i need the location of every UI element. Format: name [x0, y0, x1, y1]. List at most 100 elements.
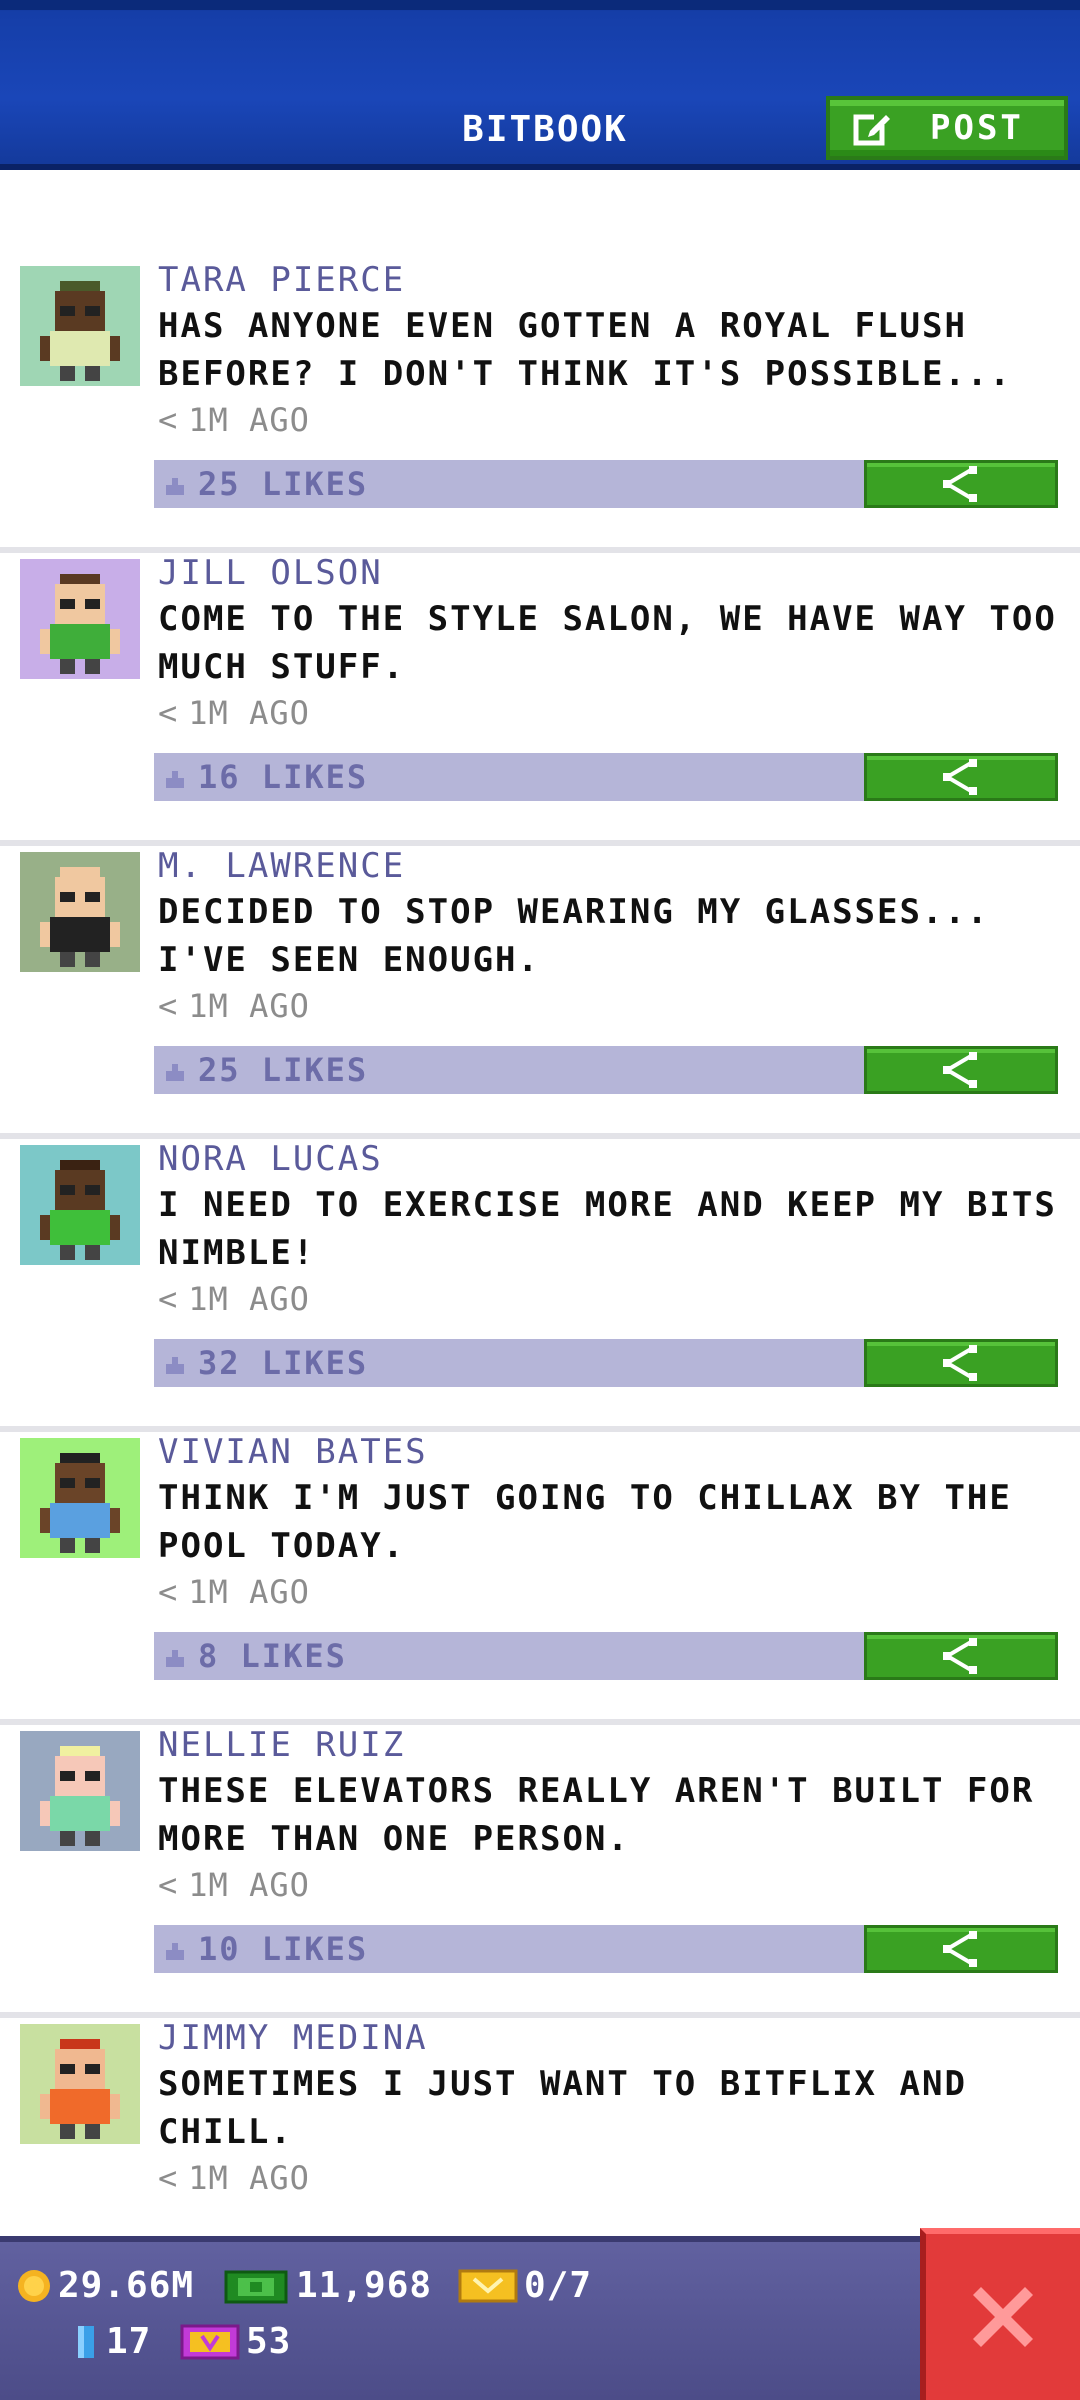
post-timestamp: <1M AGO — [158, 693, 310, 733]
share-button[interactable] — [864, 753, 1058, 801]
likes-count: 25 LIKES — [198, 465, 369, 503]
post-time-value: 1M AGO — [188, 987, 310, 1025]
avatar[interactable] — [20, 1731, 140, 1851]
feed-post: JILL OLSON COME TO THE STYLE SALON, WE HA… — [0, 553, 1080, 846]
coins-stat: 29.66M — [16, 2264, 194, 2308]
post-message: DECIDED TO STOP WEARING MY GLASSES... I'… — [158, 892, 990, 980]
gems-value: 17 — [106, 2321, 152, 2362]
share-icon — [943, 759, 977, 795]
reply-arrow-icon: < — [158, 401, 179, 439]
post-time-value: 1M AGO — [188, 1573, 310, 1611]
close-icon — [973, 2287, 1033, 2347]
bux-icon — [224, 2270, 288, 2304]
share-button[interactable] — [864, 460, 1058, 508]
post-timestamp: <1M AGO — [158, 400, 310, 440]
post-author: M. LAWRENCE — [158, 846, 406, 886]
share-icon — [943, 1638, 977, 1674]
post-author: JIMMY MEDINA — [158, 2018, 428, 2058]
vip-stat: 53 — [180, 2320, 291, 2364]
header-top-strip — [0, 0, 1080, 10]
status-bar: 29.66M 11,968 0/7 17 53 — [0, 2236, 1080, 2400]
likes-bar[interactable]: 25 LIKES — [154, 460, 864, 508]
share-button[interactable] — [864, 1632, 1058, 1680]
post-timestamp: <1M AGO — [158, 1572, 310, 1612]
feed-post: M. LAWRENCE DECIDED TO STOP WEARING MY GL… — [0, 846, 1080, 1139]
likes-bar[interactable]: 25 LIKES — [154, 1046, 864, 1094]
post-time-value: 1M AGO — [188, 2159, 310, 2197]
likes-bar[interactable]: 16 LIKES — [154, 753, 864, 801]
likes-bar[interactable]: 32 LIKES — [154, 1339, 864, 1387]
post-message: HAS ANYONE EVEN GOTTEN A ROYAL FLUSH BEF… — [158, 306, 1012, 394]
coins-value: 29.66M — [58, 2265, 195, 2306]
share-button[interactable] — [864, 1925, 1058, 1973]
avatar[interactable] — [20, 559, 140, 679]
edit-icon — [853, 111, 894, 146]
thumb-icon — [166, 1357, 184, 1374]
post-timestamp: <1M AGO — [158, 1865, 310, 1905]
share-icon — [943, 1931, 977, 1967]
post-button[interactable]: POST — [826, 96, 1068, 160]
close-button[interactable] — [920, 2228, 1080, 2400]
post-author: TARA PIERCE — [158, 260, 406, 300]
feed-post: NELLIE RUIZ THESE ELEVATORS REALLY AREN'T… — [0, 1725, 1080, 2018]
page-title: BITBOOK — [462, 109, 628, 150]
feed-post: TARA PIERCE HAS ANYONE EVEN GOTTEN A ROYA… — [0, 260, 1080, 553]
post-timestamp: <1M AGO — [158, 986, 310, 1026]
feed-post: VIVIAN BATES THINK I'M JUST GOING TO CHIL… — [0, 1432, 1080, 1725]
bitbook-feed[interactable]: TARA PIERCE HAS ANYONE EVEN GOTTEN A ROYA… — [0, 176, 1080, 2236]
likes-count: 8 LIKES — [198, 1637, 347, 1675]
post-time-value: 1M AGO — [188, 694, 310, 732]
post-message: THINK I'M JUST GOING TO CHILLAX BY THE P… — [158, 1478, 1012, 1566]
avatar[interactable] — [20, 1145, 140, 1265]
likes-count: 32 LIKES — [198, 1344, 369, 1382]
likes-count: 25 LIKES — [198, 1051, 369, 1089]
app-header: BITBOOK POST — [0, 0, 1080, 170]
post-author: NORA LUCAS — [158, 1139, 383, 1179]
vip-value: 53 — [246, 2321, 292, 2362]
share-icon — [943, 466, 977, 502]
tickets-value: 0/7 — [524, 2265, 593, 2306]
likes-count: 16 LIKES — [198, 758, 369, 796]
thumb-icon — [166, 1943, 184, 1960]
thumb-icon — [166, 771, 184, 788]
bux-value: 11,968 — [296, 2265, 433, 2306]
coin-icon — [18, 2270, 50, 2302]
gems-stat: 17 — [72, 2320, 151, 2364]
share-button[interactable] — [864, 1046, 1058, 1094]
avatar[interactable] — [20, 266, 140, 386]
ticket-icon — [458, 2269, 518, 2303]
post-button-label: POST — [930, 108, 1024, 148]
post-time-value: 1M AGO — [188, 1280, 310, 1318]
reply-arrow-icon: < — [158, 1280, 179, 1318]
post-author: VIVIAN BATES — [158, 1432, 428, 1472]
share-icon — [943, 1345, 977, 1381]
post-message: COME TO THE STYLE SALON, WE HAVE WAY TOO… — [158, 599, 1057, 687]
post-message: THESE ELEVATORS REALLY AREN'T BUILT FOR … — [158, 1771, 1035, 1859]
share-button[interactable] — [864, 1339, 1058, 1387]
bux-stat: 11,968 — [224, 2264, 432, 2308]
post-timestamp: <1M AGO — [158, 2158, 310, 2198]
post-author: JILL OLSON — [158, 553, 383, 593]
reply-arrow-icon: < — [158, 1866, 179, 1904]
post-time-value: 1M AGO — [188, 1866, 310, 1904]
vip-ticket-icon — [180, 2324, 240, 2360]
reply-arrow-icon: < — [158, 1573, 179, 1611]
reply-arrow-icon: < — [158, 2159, 179, 2197]
likes-bar[interactable]: 8 LIKES — [154, 1632, 864, 1680]
feed-post: JIMMY MEDINA SOMETIMES I JUST WANT TO BIT… — [0, 2018, 1080, 2236]
feed-post: NORA LUCAS I NEED TO EXERCISE MORE AND KE… — [0, 1139, 1080, 1432]
avatar[interactable] — [20, 2024, 140, 2144]
share-icon — [943, 1052, 977, 1088]
post-timestamp: <1M AGO — [158, 1279, 310, 1319]
post-message: SOMETIMES I JUST WANT TO BITFLIX AND CHI… — [158, 2064, 967, 2152]
thumb-icon — [166, 1064, 184, 1081]
reply-arrow-icon: < — [158, 987, 179, 1025]
likes-bar[interactable]: 10 LIKES — [154, 1925, 864, 1973]
avatar[interactable] — [20, 1438, 140, 1558]
post-author: NELLIE RUIZ — [158, 1725, 406, 1765]
post-message: I NEED TO EXERCISE MORE AND KEEP MY BITS… — [158, 1185, 1057, 1273]
reply-arrow-icon: < — [158, 694, 179, 732]
gem-icon — [78, 2326, 94, 2358]
post-time-value: 1M AGO — [188, 401, 310, 439]
avatar[interactable] — [20, 852, 140, 972]
